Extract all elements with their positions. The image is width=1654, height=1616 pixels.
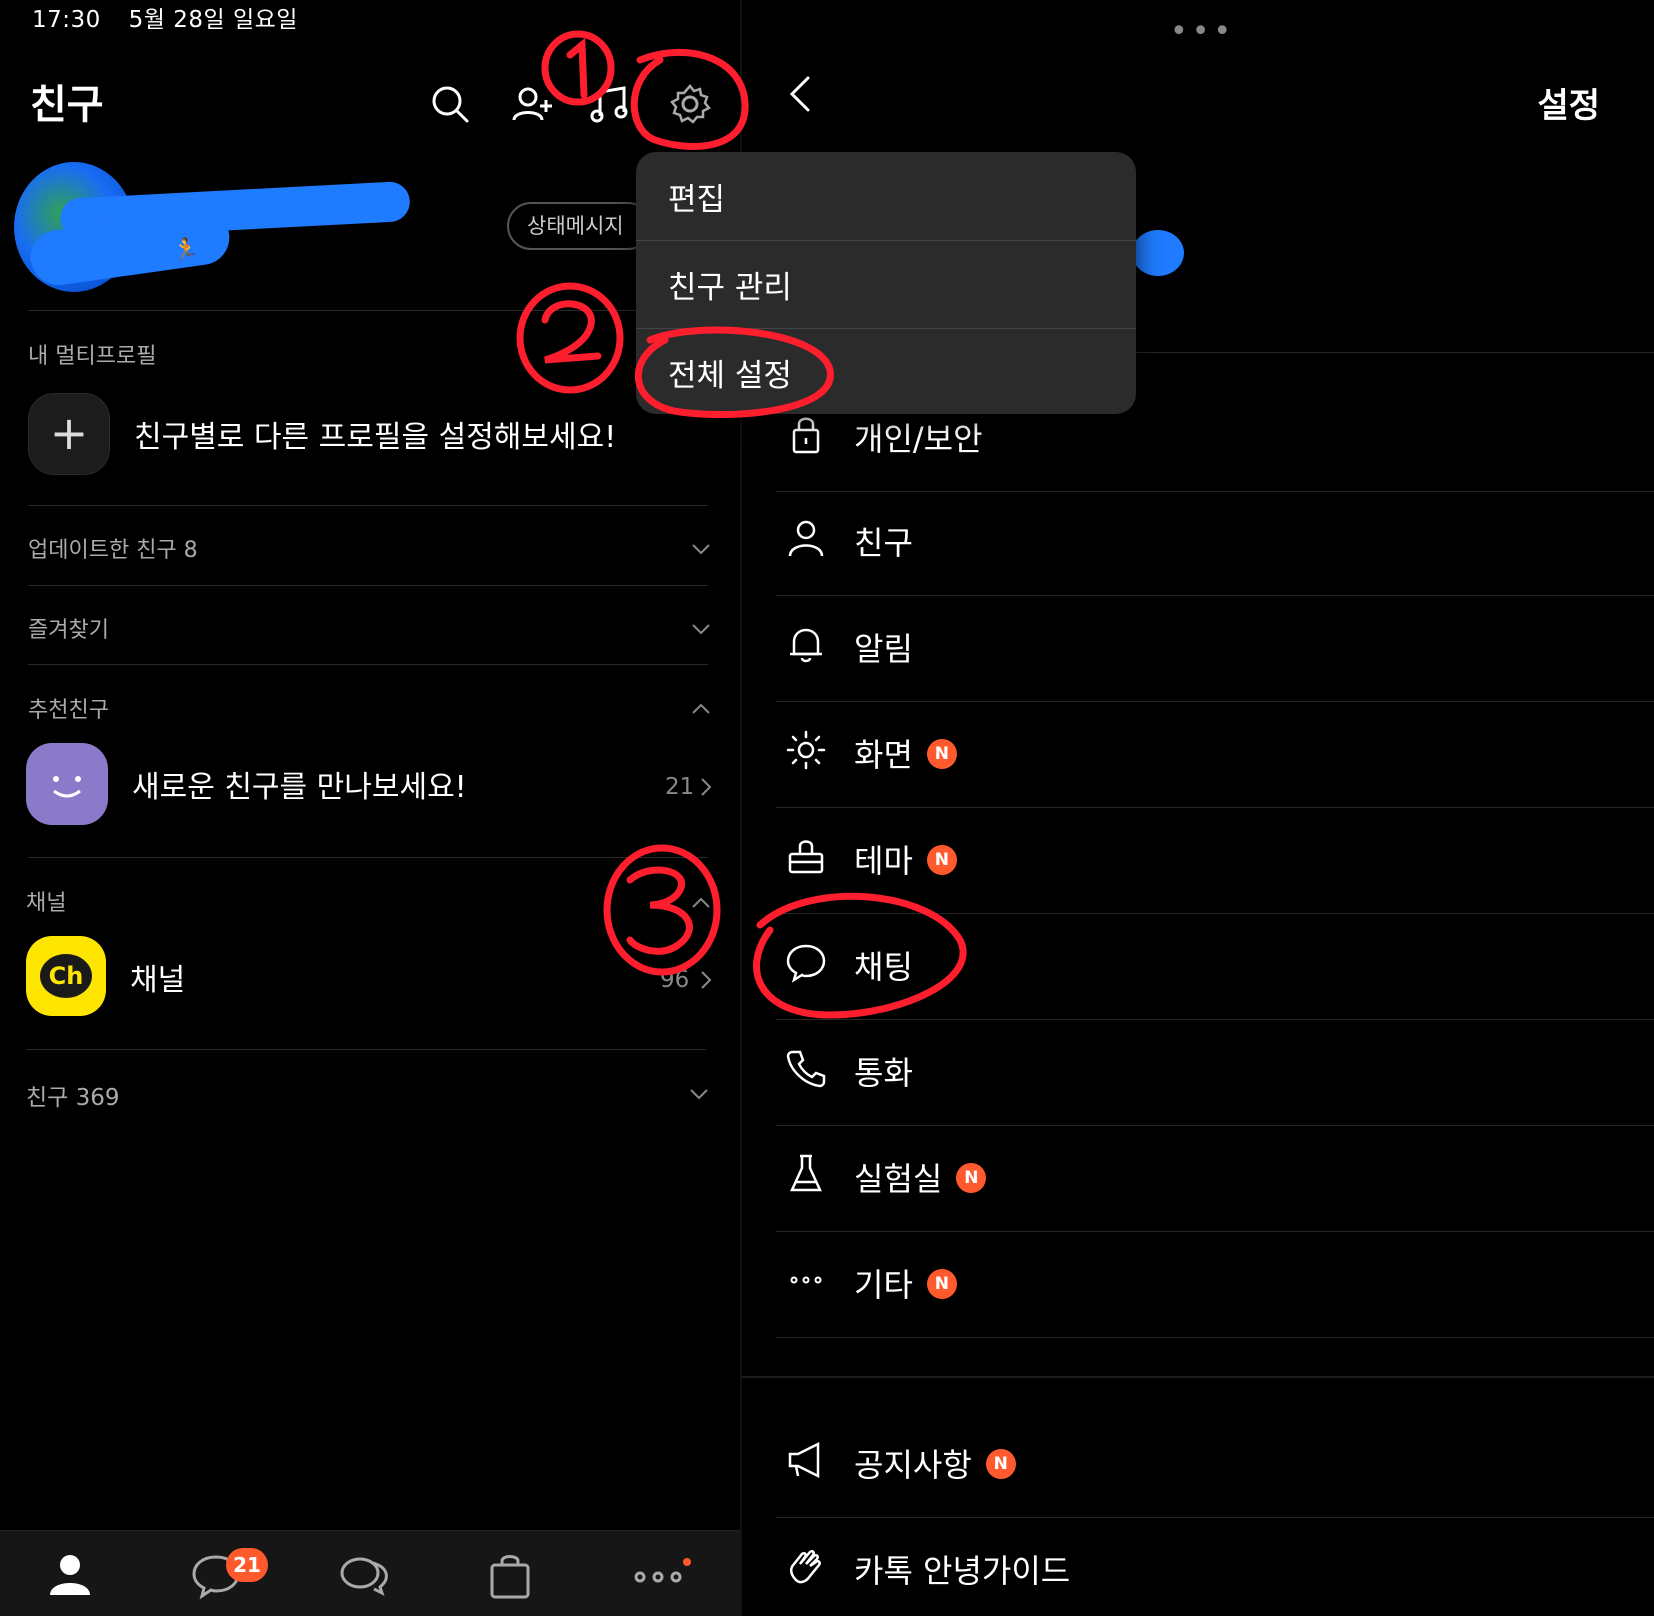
channel-section[interactable]: 채널 (26, 885, 66, 917)
redaction-scribble (1132, 230, 1184, 276)
status-bar: 17:30 5월 28일 일요일 (32, 0, 318, 34)
my-profile[interactable]: 🏃 상태메시지 (0, 150, 740, 310)
recommended-item[interactable]: 새로운 친구를 만나보세요! (132, 762, 467, 806)
settings-item[interactable]: 알림 (742, 596, 1654, 696)
divider (28, 505, 708, 506)
settings-item[interactable]: 테마 N (742, 808, 1654, 908)
chevron-right-icon[interactable] (695, 969, 717, 991)
settings-item[interactable]: 공지사항 N (742, 1412, 1654, 1512)
tab-friends-icon[interactable] (42, 1547, 98, 1603)
settings-item[interactable]: 기타 N (742, 1232, 1654, 1332)
more-new-dot (683, 1558, 691, 1566)
tab-openchat-icon[interactable] (336, 1547, 392, 1603)
status-time: 17:30 (32, 7, 101, 33)
favorites-section[interactable]: 즐겨찾기 (28, 612, 109, 644)
settings-item-label: 화면 N (854, 730, 957, 776)
settings-item-label: 알림 (854, 630, 913, 668)
lock-icon (784, 412, 828, 456)
settings-item-label: 공지사항 N (854, 1440, 1016, 1486)
new-badge: N (956, 1163, 987, 1193)
megaphone-icon (784, 1438, 828, 1482)
status-message-button[interactable]: 상태메시지 (507, 202, 652, 250)
updated-friends-section[interactable]: 업데이트한 친구 8 (28, 532, 198, 564)
wave-hand-icon (784, 1544, 828, 1588)
page-title: 친구 (30, 82, 104, 128)
settings-item[interactable]: 채팅 (742, 914, 1654, 1014)
running-emoji-icon: 🏃 (172, 238, 200, 263)
recommend-smile-icon (26, 743, 108, 825)
tab-more-icon[interactable] (630, 1547, 686, 1603)
music-icon[interactable] (588, 82, 632, 126)
tab-shopping-icon[interactable] (482, 1547, 538, 1603)
settings-item[interactable]: 통화 (742, 1020, 1654, 1120)
bottom-tab-bar (0, 1530, 740, 1616)
bell-icon (784, 622, 828, 666)
add-friend-icon[interactable] (510, 82, 554, 126)
friends-count-section[interactable]: 친구 369 (26, 1078, 120, 1112)
divider (28, 857, 708, 858)
phone-icon (784, 1046, 828, 1090)
chevron-up-icon[interactable] (690, 698, 712, 720)
more-icon (784, 1258, 828, 1302)
settings-item-label: 기타 N (854, 1260, 957, 1306)
channel-count: 96 (660, 967, 690, 993)
back-button[interactable] (782, 72, 818, 116)
settings-item[interactable]: 실험실 N (742, 1126, 1654, 1226)
channel-logo: Ch (26, 936, 106, 1016)
settings-item-label: 개인/보안 (854, 420, 983, 458)
flask-icon (784, 1152, 828, 1196)
status-date: 5월 28일 일요일 (128, 7, 298, 33)
chat-bubble-icon (784, 940, 828, 984)
multi-profile-section-title: 내 멀티프로필 (28, 344, 157, 369)
settings-item-label: 통화 (854, 1054, 913, 1092)
plus-icon: + (49, 406, 89, 460)
new-badge: N (926, 845, 957, 875)
settings-item-label: 채팅 (854, 948, 913, 986)
section-divider (742, 1376, 1654, 1378)
menu-item-manage-friends[interactable]: 친구 관리 (636, 240, 1136, 326)
divider (28, 310, 708, 311)
recommended-section[interactable]: 추천친구 (28, 692, 109, 724)
multitask-dots[interactable]: ••• (1170, 14, 1235, 49)
divider (28, 664, 708, 665)
menu-item-label: 전체 설정 (668, 358, 792, 394)
channel-item[interactable]: 채널 (130, 955, 185, 999)
chat-unread-badge: 21 (226, 1548, 268, 1582)
add-multi-profile-button[interactable]: + (28, 393, 110, 475)
settings-item[interactable]: 친구 (742, 490, 1654, 590)
new-badge: N (985, 1449, 1016, 1479)
theme-brush-icon (784, 834, 828, 878)
settings-item-label: 실험실 N (854, 1154, 987, 1200)
new-badge: N (926, 1269, 957, 1299)
chevron-down-icon[interactable] (690, 538, 712, 560)
brightness-icon (784, 728, 828, 772)
recommended-count: 21 (665, 774, 695, 800)
channel-logo-text: Ch (40, 954, 92, 998)
menu-item-edit[interactable]: 편집 (636, 152, 1136, 238)
person-icon (784, 516, 828, 560)
gear-icon[interactable] (668, 82, 712, 126)
chevron-down-icon[interactable] (690, 618, 712, 640)
settings-item[interactable]: 카톡 안녕가이드 (742, 1518, 1654, 1616)
friends-panel: 17:30 5월 28일 일요일 친구 🏃 상태메시지 내 멀티프로필 + 친구… (0, 0, 740, 1616)
settings-item-label: 친구 (854, 524, 913, 562)
menu-item-label: 편집 (668, 182, 726, 218)
divider (26, 1049, 706, 1050)
settings-dropdown-menu: 편집 친구 관리 전체 설정 (636, 152, 1136, 414)
chevron-right-icon[interactable] (695, 776, 717, 798)
search-icon[interactable] (428, 82, 472, 126)
divider (28, 585, 708, 586)
chevron-up-icon[interactable] (690, 892, 712, 914)
settings-item-label: 테마 N (854, 836, 957, 882)
new-badge: N (926, 739, 957, 769)
settings-item-label: 카톡 안녕가이드 (854, 1552, 1071, 1590)
chevron-down-icon[interactable] (688, 1083, 710, 1105)
menu-item-all-settings[interactable]: 전체 설정 (636, 328, 1136, 414)
settings-title: 설정 (1537, 86, 1600, 126)
multi-profile-prompt[interactable]: 친구별로 다른 프로필을 설정해보세요! (134, 412, 616, 456)
divider (776, 1337, 1654, 1338)
menu-item-label: 친구 관리 (668, 270, 792, 306)
settings-item[interactable]: 화면 N (742, 702, 1654, 802)
